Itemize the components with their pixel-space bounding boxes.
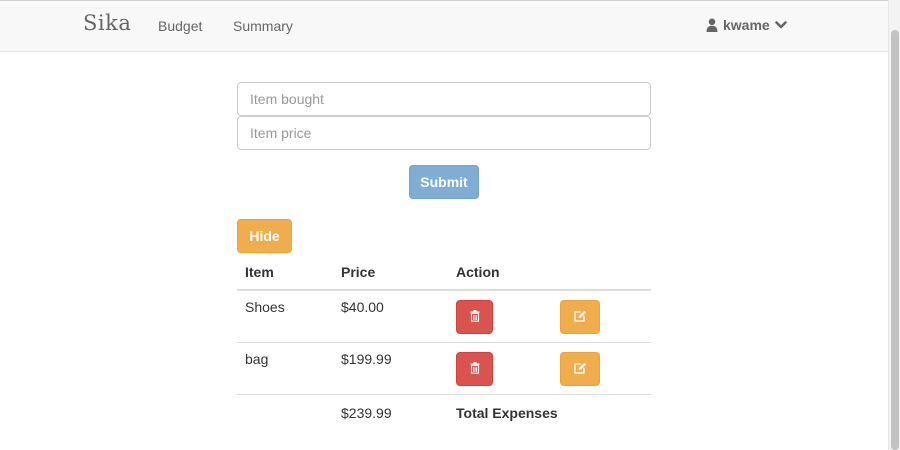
edit-icon [573, 361, 587, 377]
edit-button[interactable] [560, 300, 600, 334]
nav-link-summary[interactable]: Summary [233, 18, 293, 34]
edit-button[interactable] [560, 352, 600, 386]
user-icon [706, 18, 718, 32]
item-cell: Shoes [237, 289, 333, 343]
trash-icon [470, 309, 480, 325]
table-header-row: Item Price Action [237, 254, 651, 291]
total-price: $239.99 [333, 394, 448, 433]
table-row: bag $199.99 [237, 342, 651, 395]
brand-logo[interactable]: Sika [83, 11, 131, 35]
item-bought-input[interactable] [237, 82, 651, 116]
navbar: Sika Budget Summary kwame [0, 0, 888, 52]
delete-button[interactable] [456, 300, 493, 334]
table-row: Shoes $40.00 [237, 289, 651, 343]
user-name: kwame [723, 17, 770, 33]
price-cell: $199.99 [333, 342, 448, 395]
total-label: Total Expenses [448, 394, 651, 433]
column-header-price: Price [333, 254, 448, 291]
column-header-item: Item [237, 254, 333, 291]
delete-button[interactable] [456, 352, 493, 386]
price-cell: $40.00 [333, 289, 448, 343]
user-menu[interactable]: kwame [706, 17, 787, 33]
item-cell: bag [237, 342, 333, 395]
nav-link-budget[interactable]: Budget [158, 18, 202, 34]
edit-cell [552, 342, 651, 395]
delete-cell [448, 342, 552, 395]
item-price-input[interactable] [237, 116, 651, 150]
delete-cell [448, 289, 552, 343]
total-row: $239.99 Total Expenses [237, 394, 651, 433]
trash-icon [470, 361, 480, 377]
column-header-action: Action [448, 254, 552, 291]
hide-button[interactable]: Hide [237, 219, 292, 253]
submit-button[interactable]: Submit [409, 165, 479, 199]
edit-cell [552, 289, 651, 343]
total-empty-cell [237, 394, 333, 433]
expenses-table: Item Price Action Shoes $40.00 bag $199.… [237, 254, 651, 433]
edit-icon [573, 309, 587, 325]
column-header-empty [552, 254, 651, 291]
scrollbar[interactable] [888, 0, 900, 450]
scrollbar-thumb[interactable] [891, 30, 899, 450]
chevron-down-icon [774, 20, 787, 30]
